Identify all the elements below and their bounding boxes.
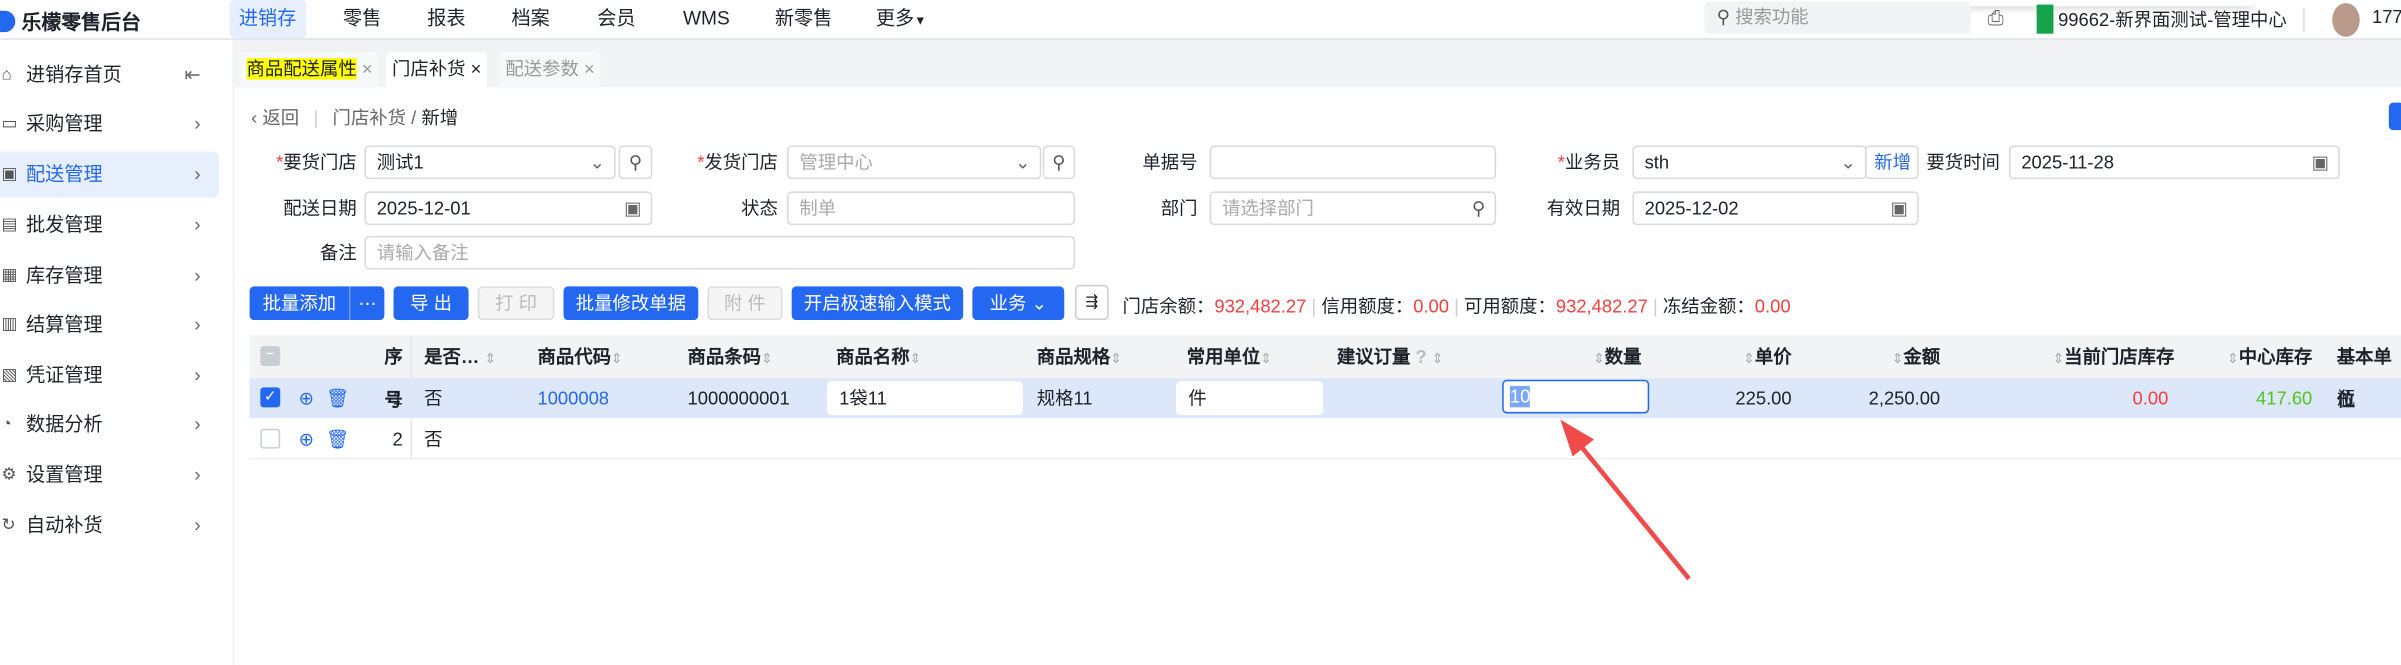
annotation-arrow [1560,419,1691,581]
